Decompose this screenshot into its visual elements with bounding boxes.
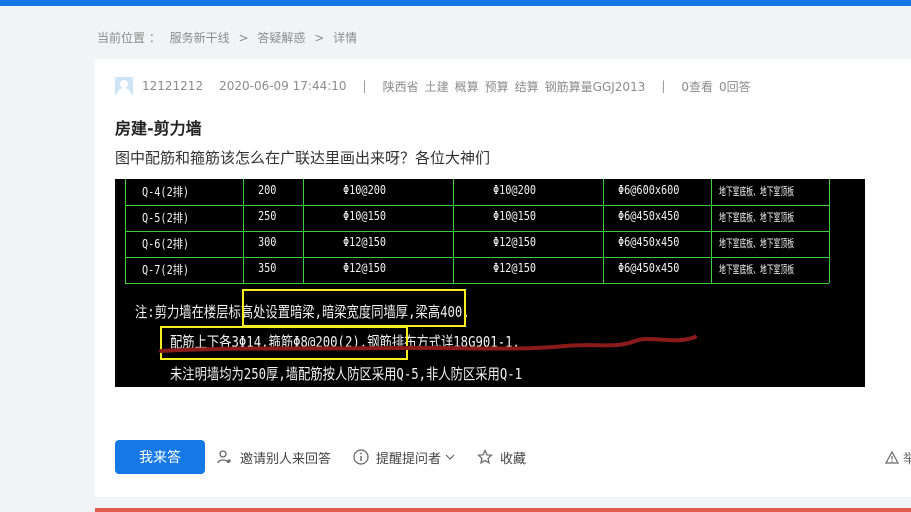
warning-icon [884,450,900,464]
breadcrumb-separator: > [314,31,325,45]
meta-divider: | [661,79,666,93]
question-meta: 12121212 2020-06-09 17:44:10 | 陕西省 土建 概算… [115,77,751,95]
info-icon [353,449,369,465]
chevron-down-icon [445,454,455,460]
question-card: 12121212 2020-06-09 17:44:10 | 陕西省 土建 概算… [95,59,911,497]
report-link[interactable]: 举 [884,448,911,467]
remind-asker-dropdown[interactable]: 提醒提问者 [353,448,455,467]
question-body: 图中配筋和箍筋该怎么在广联达里画出来呀？各位大神们 [115,149,491,167]
favorite-button[interactable]: 收藏 [477,448,526,467]
question-image-cad-drawing[interactable]: Q-4(2排) 200 Φ10@200 Φ10@200 Φ6@600x600 地… [115,179,865,387]
view-count: 0查看 [681,79,714,94]
breadcrumb-separator: > [238,31,249,45]
tag-province[interactable]: 陕西省 [383,78,419,95]
favorite-label: 收藏 [500,451,527,467]
top-accent-bar [0,0,911,6]
bottom-banner-edge [95,508,911,512]
answer-count: 0回答 [719,79,751,94]
tag-budget[interactable]: 预算 [485,78,509,95]
tag-civil[interactable]: 土建 [425,78,449,95]
breadcrumb-item-detail: 详情 [333,31,358,45]
answer-button[interactable]: 我来答 [115,440,205,474]
tag-settlement[interactable]: 结算 [515,78,539,95]
report-label: 举 [903,452,911,467]
user-plus-icon [217,450,231,464]
action-bar: 我来答 邀请别人来回答 提醒提问者 收藏 [115,440,548,474]
tag-software[interactable]: 钢筋算量GGJ2013 [545,78,646,95]
username[interactable]: 12121212 [142,79,203,93]
breadcrumb-item-qa[interactable]: 答疑解惑 [257,31,305,45]
invite-label: 邀请别人来回答 [240,451,332,467]
invite-answer-link[interactable]: 邀请别人来回答 [217,448,331,467]
question-title: 房建-剪力墙 [115,119,202,138]
tag-estimate[interactable]: 概算 [455,78,479,95]
breadcrumb-label: 当前位置 ： [97,31,161,45]
avatar[interactable] [115,77,133,95]
post-datetime: 2020-06-09 17:44:10 [219,79,347,93]
breadcrumb: 当前位置 ： 服务新干线 > 答疑解惑 > 详情 [97,29,362,46]
breadcrumb-item-service[interactable]: 服务新干线 [170,31,230,45]
remind-label: 提醒提问者 [376,451,442,467]
meta-divider: | [362,79,367,93]
star-icon [477,449,493,465]
red-underline-stroke [159,335,697,353]
